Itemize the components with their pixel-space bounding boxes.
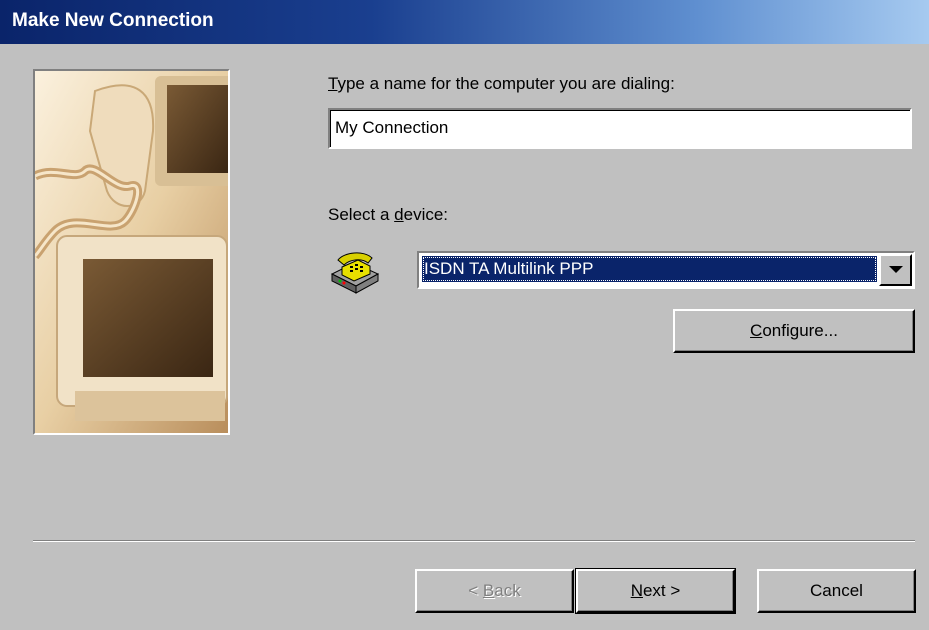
telephone-modem-icon: [328, 250, 382, 294]
next-label-text: ext >: [642, 581, 681, 600]
computer-name-label-text: ype a name for the computer you are dial…: [337, 74, 675, 93]
computers-and-phone-illustration: [35, 71, 228, 433]
next-button[interactable]: Next >: [575, 568, 736, 614]
window-title: Make New Connection: [12, 10, 214, 31]
cancel-button-label: Cancel: [810, 581, 863, 600]
configure-label-text: onfigure...: [762, 321, 838, 340]
back-label-prefix: <: [468, 581, 483, 600]
configure-accelerator: C: [750, 321, 763, 340]
select-device-label: Select a device:: [328, 205, 448, 225]
title-bar[interactable]: Make New Connection: [0, 0, 929, 44]
wizard-illustration: [33, 69, 230, 435]
select-device-label-prefix: Select a: [328, 205, 395, 224]
device-select-value: ISDN TA Multilink PPP: [422, 256, 877, 282]
configure-button[interactable]: Configure...: [673, 309, 915, 353]
configure-button-label: Configure...: [750, 321, 838, 341]
chevron-down-icon: [888, 266, 903, 273]
back-button[interactable]: < Back: [415, 569, 574, 613]
device-select[interactable]: ISDN TA Multilink PPP: [417, 251, 915, 289]
cancel-button[interactable]: Cancel: [757, 569, 916, 613]
computer-name-label: Type a name for the computer you are dia…: [328, 74, 675, 94]
select-device-label-accelerator: d: [394, 205, 404, 224]
back-button-label: < Back: [468, 581, 520, 601]
back-label-text: ack: [494, 581, 521, 600]
footer-separator: [33, 540, 915, 542]
computer-name-input[interactable]: My Connection: [328, 108, 912, 149]
device-dropdown-button[interactable]: [879, 254, 912, 286]
next-button-label: Next >: [631, 581, 681, 601]
next-accelerator: N: [630, 581, 643, 600]
select-device-label-suffix: evice:: [403, 205, 449, 224]
back-accelerator: B: [482, 581, 495, 600]
